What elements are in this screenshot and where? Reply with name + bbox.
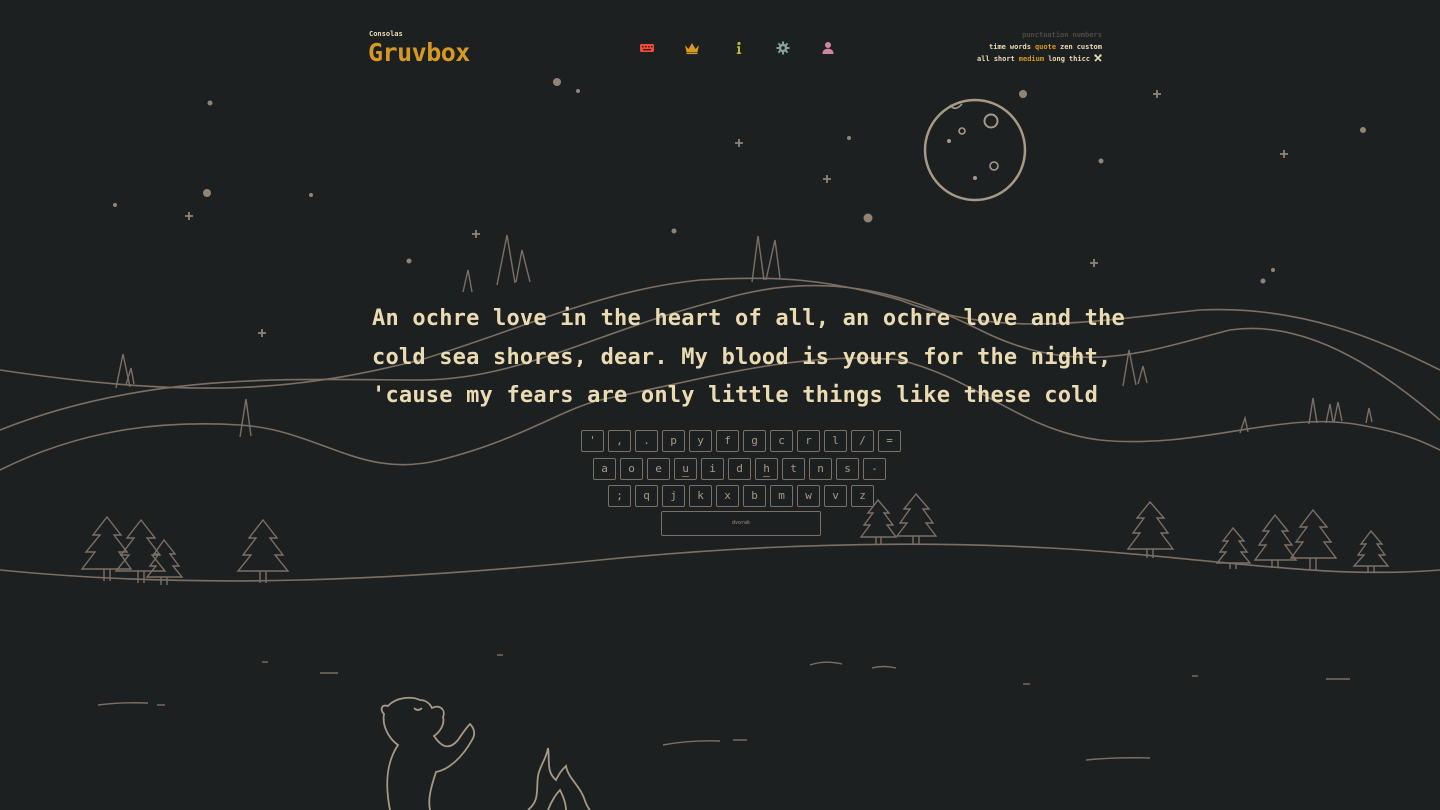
- length-short[interactable]: short: [994, 55, 1015, 63]
- theme-logo[interactable]: Gruvbox: [368, 38, 470, 67]
- punctuation-toggle[interactable]: punctuation: [1022, 31, 1068, 39]
- spike-tree: [1308, 397, 1318, 425]
- keymap-key: y: [689, 430, 712, 452]
- pine-tree: [1289, 508, 1338, 570]
- top-bar: Consolas Gruvbox punctuation numbers time…: [368, 30, 1102, 70]
- quote-length-row: all short medium long thicc: [973, 54, 1102, 63]
- info-icon[interactable]: [731, 41, 749, 57]
- keymap-key: u: [674, 458, 697, 480]
- keymap-key: c: [770, 430, 793, 452]
- keymap-key: e: [647, 458, 670, 480]
- spike-tree: [1239, 415, 1249, 434]
- keymap-key: v: [824, 485, 847, 507]
- pine-tree: [1253, 513, 1298, 568]
- quote-line-1: An ochre love in the heart of all, an oc…: [372, 306, 1125, 331]
- keymap-key: g: [743, 430, 766, 452]
- keymap-key: .: [635, 430, 658, 452]
- spike-tree: [239, 398, 252, 438]
- keymap-key: o: [620, 458, 643, 480]
- mode-quote[interactable]: quote: [1035, 43, 1056, 51]
- spike-tree: [462, 269, 473, 293]
- keymap-key: r: [797, 430, 820, 452]
- keymap-key: p: [662, 430, 685, 452]
- quote-line-2: cold sea shores, dear. My blood is yours…: [372, 344, 1112, 370]
- keymap-key: a: [593, 458, 616, 480]
- mode-time[interactable]: time: [989, 43, 1006, 51]
- keymap-key: =: [878, 430, 901, 452]
- keymap-key: ;: [608, 485, 631, 507]
- length-thicc[interactable]: thicc: [1069, 55, 1090, 63]
- keymap-key: q: [635, 485, 658, 507]
- keymap-key: x: [716, 485, 739, 507]
- keymap-key: t: [782, 458, 805, 480]
- pine-tree: [1215, 526, 1252, 569]
- toggle-row: punctuation numbers: [1018, 31, 1102, 39]
- keymap-key: -: [863, 458, 886, 480]
- length-long[interactable]: long: [1048, 55, 1065, 63]
- mode-zen[interactable]: zen: [1060, 43, 1073, 51]
- length-all[interactable]: all: [977, 55, 990, 63]
- keymap-key: i: [701, 458, 724, 480]
- keymap-key: b: [743, 485, 766, 507]
- spike-tree: [1137, 365, 1148, 385]
- keyboard-icon[interactable]: [639, 41, 657, 57]
- spike-tree: [751, 235, 765, 283]
- keymap-key: l: [824, 430, 847, 452]
- user-icon[interactable]: [820, 41, 838, 57]
- keymap-key: h: [755, 458, 778, 480]
- keymap-key: d: [728, 458, 751, 480]
- pine-tree: [895, 492, 938, 544]
- keymap-key: n: [809, 458, 832, 480]
- keymap-key: m: [770, 485, 793, 507]
- tools-icon[interactable]: [1094, 54, 1102, 63]
- spike-tree: [765, 239, 781, 281]
- mode-row: time words quote zen custom: [985, 43, 1102, 51]
- keymap-key: w: [797, 485, 820, 507]
- mode-custom[interactable]: custom: [1077, 43, 1102, 51]
- moon-illustration: [923, 98, 1027, 202]
- font-name-label: Consolas: [369, 30, 403, 38]
- typing-test-words[interactable]: An ochre love in the heart of all, an oc…: [372, 300, 1125, 416]
- keymap-key: z: [851, 485, 874, 507]
- keymap-key: ,: [608, 430, 631, 452]
- quote-line-3: 'cause my fears are only little things l…: [372, 383, 1099, 408]
- keymap-key: j: [662, 485, 685, 507]
- length-medium[interactable]: medium: [1019, 55, 1044, 63]
- keymap-key: ': [581, 430, 604, 452]
- campfire-illustration: [527, 747, 591, 810]
- bear-illustration: [380, 696, 476, 810]
- spike-tree: [1365, 407, 1373, 424]
- pine-tree: [236, 518, 290, 583]
- pine-tree: [1126, 500, 1175, 558]
- pine-tree: [1352, 529, 1390, 573]
- pine-tree: [114, 518, 167, 583]
- gear-icon[interactable]: [775, 41, 793, 57]
- spike-tree: [1333, 401, 1343, 423]
- spike-tree: [515, 249, 531, 283]
- pine-tree: [145, 538, 184, 585]
- keymap-key: k: [689, 485, 712, 507]
- keymap-key: /: [851, 430, 874, 452]
- crown-icon[interactable]: [684, 41, 702, 57]
- keymap-key: s: [836, 458, 859, 480]
- spike-tree: [496, 234, 516, 286]
- numbers-toggle[interactable]: numbers: [1072, 31, 1102, 39]
- mode-words[interactable]: words: [1010, 43, 1031, 51]
- keymap-space-key: dvorak: [661, 511, 821, 536]
- keymap-key: f: [716, 430, 739, 452]
- spike-tree: [115, 353, 131, 389]
- spike-tree: [1325, 403, 1334, 424]
